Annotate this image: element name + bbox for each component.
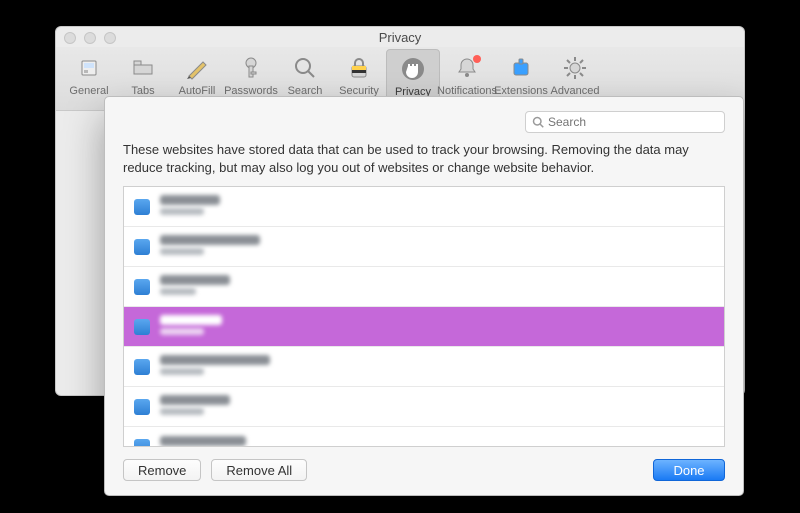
- site-domain-redacted: [160, 195, 220, 205]
- site-datatype-redacted: [160, 328, 204, 335]
- website-row[interactable]: [124, 427, 724, 447]
- privacy-icon: [397, 54, 429, 84]
- website-row[interactable]: [124, 187, 724, 227]
- site-datatype-redacted: [160, 368, 204, 375]
- site-domain-redacted: [160, 355, 270, 365]
- site-domain-redacted: [160, 235, 260, 245]
- site-domain-redacted: [160, 275, 230, 285]
- search-icon: [532, 116, 544, 128]
- notifications-icon: [451, 53, 483, 83]
- site-text: [160, 315, 222, 338]
- search-input[interactable]: [548, 115, 718, 129]
- website-data-sheet: These websites have stored data that can…: [104, 96, 744, 496]
- site-text: [160, 195, 220, 218]
- site-datatype-redacted: [160, 208, 204, 215]
- site-favicon: [134, 399, 150, 415]
- site-text: [160, 355, 270, 378]
- titlebar: Privacy: [56, 27, 744, 47]
- website-row[interactable]: [124, 347, 724, 387]
- site-text: [160, 436, 246, 447]
- security-icon: [343, 53, 375, 83]
- search-icon: [289, 53, 321, 83]
- search-field[interactable]: [525, 111, 725, 133]
- site-text: [160, 235, 260, 258]
- site-favicon: [134, 239, 150, 255]
- toolbar-tab-label: General: [69, 85, 108, 97]
- site-datatype-redacted: [160, 408, 204, 415]
- site-datatype-redacted: [160, 288, 196, 295]
- website-row[interactable]: [124, 267, 724, 307]
- remove-all-button[interactable]: Remove All: [211, 459, 307, 481]
- site-favicon: [134, 279, 150, 295]
- site-text: [160, 275, 230, 298]
- site-domain-redacted: [160, 315, 222, 325]
- site-domain-redacted: [160, 436, 246, 446]
- badge-dot: [473, 55, 481, 63]
- tabs-icon: [127, 53, 159, 83]
- site-favicon: [134, 439, 150, 447]
- done-button[interactable]: Done: [653, 459, 725, 481]
- remove-button[interactable]: Remove: [123, 459, 201, 481]
- site-favicon: [134, 359, 150, 375]
- website-list[interactable]: [123, 186, 725, 447]
- website-row[interactable]: [124, 307, 724, 347]
- site-domain-redacted: [160, 395, 230, 405]
- window-title: Privacy: [56, 30, 744, 45]
- advanced-icon: [559, 53, 591, 83]
- general-icon: [73, 53, 105, 83]
- autofill-icon: [181, 53, 213, 83]
- website-row[interactable]: [124, 227, 724, 267]
- website-row[interactable]: [124, 387, 724, 427]
- passwords-icon: [235, 53, 267, 83]
- site-favicon: [134, 199, 150, 215]
- site-datatype-redacted: [160, 248, 204, 255]
- description-text: These websites have stored data that can…: [123, 141, 725, 176]
- extensions-icon: [505, 53, 537, 83]
- button-row: Remove Remove All Done: [123, 459, 725, 481]
- site-text: [160, 395, 230, 418]
- site-favicon: [134, 319, 150, 335]
